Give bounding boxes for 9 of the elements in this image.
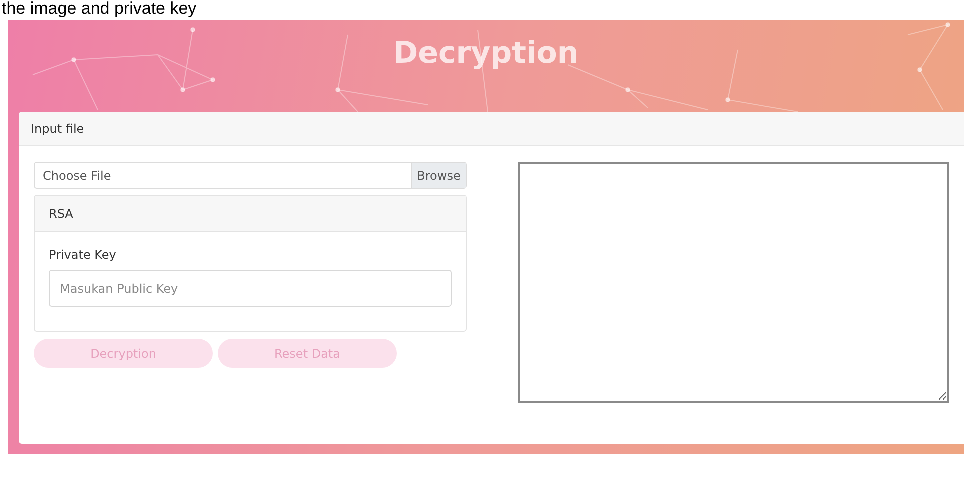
caption-text: the image and private key — [1, 0, 198, 20]
private-key-field[interactable]: Masukan Public Key — [49, 270, 452, 307]
panel-title: RSA — [49, 206, 74, 220]
browse-button[interactable]: Browse — [411, 163, 466, 188]
card-title: Input file — [31, 122, 84, 136]
page-title: Decryption — [393, 35, 579, 71]
output-textarea[interactable] — [518, 162, 949, 403]
field-label: Private Key — [49, 248, 118, 262]
file-input[interactable]: Choose File Browse — [34, 162, 467, 189]
